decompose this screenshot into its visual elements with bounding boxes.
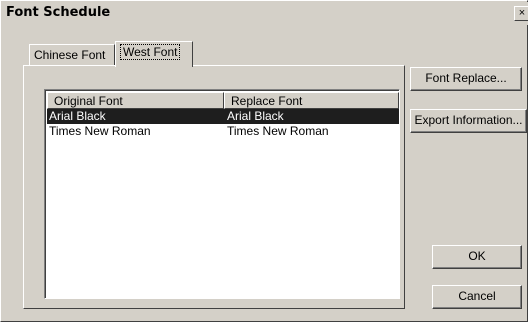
original-font-cell: Times New Roman xyxy=(49,124,151,138)
export-information-button[interactable]: Export Information... xyxy=(410,109,527,133)
tab-west-font-label: West Font xyxy=(120,44,181,60)
font-schedule-dialog: Font Schedule × Chinese Font West Font O… xyxy=(0,0,528,322)
font-replace-button[interactable]: Font Replace... xyxy=(410,67,522,91)
font-list[interactable]: Original Font Replace Font Arial Black A… xyxy=(44,89,400,299)
table-row[interactable]: Times New Roman Times New Roman xyxy=(47,124,399,139)
table-row[interactable]: Arial Black Arial Black xyxy=(47,109,399,124)
tab-chinese-font[interactable]: Chinese Font xyxy=(29,44,115,66)
replace-font-cell: Times New Roman xyxy=(227,124,329,138)
dialog-title: Font Schedule xyxy=(6,5,111,20)
list-header: Original Font Replace Font xyxy=(47,92,399,109)
west-font-panel: Original Font Replace Font Arial Black A… xyxy=(23,65,405,309)
original-font-cell: Arial Black xyxy=(49,109,106,123)
tab-chinese-font-label: Chinese Font xyxy=(34,48,106,62)
close-icon[interactable]: × xyxy=(514,6,528,21)
cancel-button[interactable]: Cancel xyxy=(432,285,522,309)
column-header-original-font[interactable]: Original Font xyxy=(47,92,224,109)
tab-west-font[interactable]: West Font xyxy=(115,41,193,67)
ok-button[interactable]: OK xyxy=(432,245,522,269)
replace-font-cell: Arial Black xyxy=(227,109,284,123)
column-header-replace-font[interactable]: Replace Font xyxy=(224,92,399,109)
title-bar: Font Schedule × xyxy=(2,2,528,25)
